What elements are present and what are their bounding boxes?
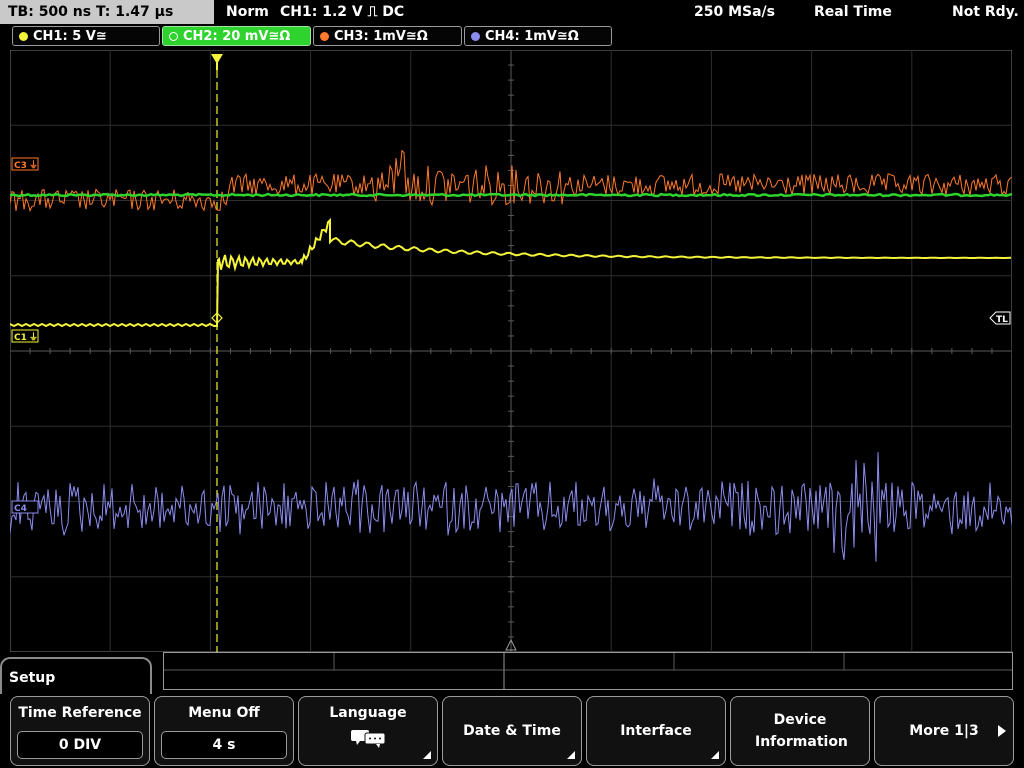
language-label: Language xyxy=(329,705,407,721)
softkey-more[interactable]: More 1|3 xyxy=(874,696,1014,766)
time-reference-label: Time Reference xyxy=(18,705,142,721)
svg-text:C1: C1 xyxy=(14,333,27,343)
submenu-corner-icon xyxy=(567,751,575,759)
status-bar: TB: 500 ns T: 1.47 µs Norm CH1: 1.2 V ⎍ … xyxy=(0,0,1024,24)
date-time-label: Date & Time xyxy=(463,723,561,739)
softkey-interface[interactable]: Interface xyxy=(586,696,726,766)
softkey-time-reference[interactable]: Time Reference 0 DIV xyxy=(10,696,150,766)
tab-ch1[interactable]: CH1: 5 V≅ xyxy=(12,26,160,46)
ch2-color-icon xyxy=(169,32,178,41)
softkey-menu-off[interactable]: Menu Off 4 s xyxy=(154,696,294,766)
svg-text:⏚: ⏚ xyxy=(29,332,38,343)
ch1-color-icon xyxy=(19,32,28,41)
acquisition-mode: Real Time xyxy=(814,4,892,20)
submenu-corner-icon xyxy=(423,751,431,759)
tab-ch4[interactable]: CH4: 1mV≅Ω xyxy=(464,26,612,46)
trigger-mode[interactable]: Norm xyxy=(226,0,269,24)
svg-text:C3: C3 xyxy=(14,161,27,171)
sample-rate: 250 MSa/s xyxy=(694,4,776,20)
interface-label: Interface xyxy=(620,723,692,739)
svg-text:⏚: ⏚ xyxy=(29,160,38,171)
trigger-info[interactable]: CH1: 1.2 V ⎍ DC xyxy=(280,0,404,24)
info-area-dividers xyxy=(164,653,1012,689)
c1-marker: C1 ⏚ xyxy=(11,329,39,343)
svg-text:TL: TL xyxy=(996,315,1008,325)
tab-ch1-label: CH1: 5 V≅ xyxy=(33,29,107,44)
menu-info-area xyxy=(163,652,1013,690)
ch2-trace xyxy=(10,192,1012,198)
timebase-readout[interactable]: TB: 500 ns T: 1.47 µs xyxy=(0,0,214,24)
device-information-label: Device Information xyxy=(755,712,848,750)
waveform-display[interactable]: C3 ⏚ C1 ⏚ C4 TL xyxy=(10,50,1012,652)
submenu-corner-icon xyxy=(711,751,719,759)
c3-marker: C3 ⏚ xyxy=(11,157,39,171)
tab-ch2-label: CH2: 20 mV≅Ω xyxy=(183,29,291,44)
tab-ch2[interactable]: CH2: 20 mV≅Ω xyxy=(162,26,311,46)
time-reference-value[interactable]: 0 DIV xyxy=(17,731,143,759)
next-page-icon xyxy=(998,725,1006,737)
softkey-device-information[interactable]: Device Information xyxy=(730,696,870,766)
tab-ch3[interactable]: CH3: 1mV≅Ω xyxy=(313,26,462,46)
ch3-color-icon xyxy=(320,32,329,41)
menu-off-value[interactable]: 4 s xyxy=(161,731,287,759)
menu-off-label: Menu Off xyxy=(188,705,260,721)
softkey-language[interactable]: Language xyxy=(298,696,438,766)
tab-ch4-label: CH4: 1mV≅Ω xyxy=(485,29,579,44)
more-label: More 1|3 xyxy=(909,723,979,739)
menu-title: Setup xyxy=(0,657,152,695)
language-icon xyxy=(351,730,386,748)
ch4-color-icon xyxy=(471,32,480,41)
trigger-status: Not Rdy. xyxy=(952,4,1019,20)
svg-text:C4: C4 xyxy=(14,504,27,514)
softkey-date-time[interactable]: Date & Time xyxy=(442,696,582,766)
tab-ch3-label: CH3: 1mV≅Ω xyxy=(334,29,428,44)
channel-tabs: CH1: 5 V≅ CH2: 20 mV≅Ω CH3: 1mV≅Ω CH4: 1… xyxy=(0,26,1024,48)
c4-marker: C4 xyxy=(11,500,39,514)
